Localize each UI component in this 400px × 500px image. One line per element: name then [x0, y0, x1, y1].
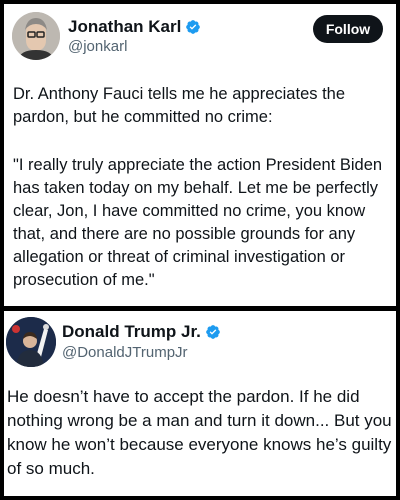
- verified-badge-icon: [206, 325, 220, 339]
- author-name[interactable]: Jonathan Karl: [68, 17, 201, 37]
- avatar-portrait-icon: [6, 317, 56, 367]
- tweet-card-donald-trump-jr: Donald Trump Jr. @DonaldJTrumpJr He does…: [4, 311, 396, 496]
- page: Jonathan Karl @jonkarl Follow Dr. Anthon…: [0, 0, 400, 500]
- author-handle[interactable]: @jonkarl: [68, 38, 127, 55]
- verified-badge-icon: [186, 20, 201, 34]
- tweet-text: He doesn’t have to accept the pardon. If…: [7, 387, 392, 478]
- author-name-text[interactable]: Jonathan Karl: [68, 17, 181, 37]
- avatar-portrait-icon: [12, 12, 60, 60]
- author-handle[interactable]: @DonaldJTrumpJr: [62, 344, 188, 361]
- author-name-text[interactable]: Donald Trump Jr.: [62, 322, 201, 342]
- avatar-jonathan-karl[interactable]: [12, 12, 60, 60]
- author-name[interactable]: Donald Trump Jr.: [62, 322, 221, 342]
- avatar-donald-trump-jr[interactable]: [6, 317, 56, 367]
- follow-button[interactable]: Follow: [313, 15, 383, 43]
- tweet-card-jonathan-karl: Jonathan Karl @jonkarl Follow Dr. Anthon…: [4, 4, 396, 306]
- tweet-text-quote: "I really truly appreciate the action Pr…: [13, 156, 383, 289]
- tweet-text-paragraph: Dr. Anthony Fauci tells me he appreciate…: [13, 85, 346, 126]
